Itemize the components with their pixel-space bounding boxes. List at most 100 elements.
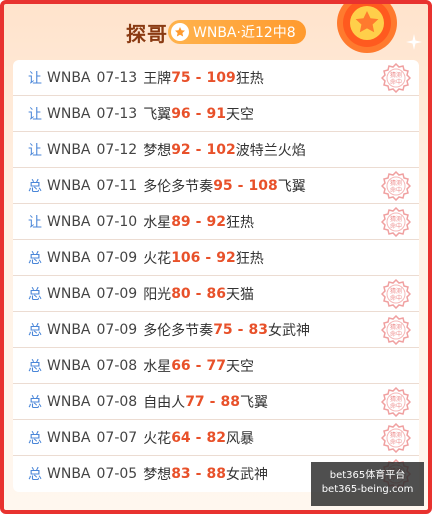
match-date: 07-13 — [96, 69, 138, 86]
score-separator: - — [237, 321, 244, 338]
prediction-row[interactable]: 总 WNBA 07-09 阳光 80-86 天猫 猜测 命中 — [13, 276, 419, 312]
prediction-row[interactable]: 让 WNBA 07-12 梦想 92-102 波特兰火焰 — [13, 132, 419, 168]
bet-type: 总 — [28, 286, 42, 303]
bet-type: 总 — [28, 250, 42, 267]
match-date: 07-12 — [96, 141, 138, 158]
home-team: 多伦多节奏 — [143, 178, 214, 195]
score-separator: - — [195, 69, 202, 86]
away-team: 飞翼 — [277, 178, 306, 195]
score-separator: - — [205, 249, 212, 266]
home-score: 95 — [213, 177, 233, 194]
league: WNBA — [47, 69, 91, 86]
league: WNBA — [47, 249, 91, 266]
tipster-name: 探哥 — [126, 22, 168, 46]
hit-stamp-icon: 猜测命中 — [381, 207, 411, 237]
record-badge[interactable]: WNBA·近12中8 — [168, 20, 306, 44]
match-date: 07-07 — [96, 429, 138, 446]
stamp-text-top: 猜测 — [390, 215, 402, 223]
home-score: 66 — [171, 357, 191, 374]
home-team: 火花 — [143, 250, 172, 267]
score-separator: - — [195, 466, 202, 482]
prediction-row[interactable]: 总 WNBA 07-09 多伦多节奏 75-83 女武神 猜测 命中 — [13, 312, 419, 348]
away-team: 天猫 — [225, 286, 254, 303]
away-score: 109 — [206, 69, 236, 86]
away-score: 86 — [206, 285, 226, 302]
home-score: 64 — [171, 429, 191, 446]
home-score: 96 — [171, 105, 191, 122]
bet-type: 让 — [28, 106, 42, 123]
away-score: 92 — [206, 213, 226, 230]
prediction-row[interactable]: 总 WNBA 07-08 自由人 77-88 飞翼 猜测 命中 — [13, 384, 419, 420]
score-separator: - — [195, 141, 202, 158]
prediction-row[interactable]: 总 WNBA 07-08 水星 66-77 天空 — [13, 348, 419, 384]
hit-stamp-icon: 猜测命中 — [381, 423, 411, 453]
away-team: 飞翼 — [239, 394, 268, 411]
hit-stamp-icon: 猜测命中 — [381, 63, 411, 93]
away-score: 83 — [248, 321, 268, 338]
away-score: 77 — [206, 357, 226, 374]
prediction-row[interactable]: 总 WNBA 07-09 火花 106-92 狂热 — [13, 240, 419, 276]
away-team: 狂热 — [225, 214, 254, 231]
league: WNBA — [47, 357, 91, 374]
bet-type: 总 — [28, 394, 42, 411]
stamp-text-top: 猜测 — [390, 395, 402, 403]
home-team: 梦想 — [143, 467, 172, 483]
bet-type: 总 — [28, 322, 42, 339]
home-score: 92 — [171, 141, 191, 158]
bet-type: 让 — [28, 70, 42, 87]
home-team: 梦想 — [143, 142, 172, 159]
prediction-row[interactable]: 让 WNBA 07-10 水星 89-92 狂热 猜测 命中 — [13, 204, 419, 240]
score-separator: - — [195, 429, 202, 446]
score-separator: - — [195, 357, 202, 374]
away-team: 狂热 — [235, 70, 264, 87]
home-team: 多伦多节奏 — [143, 322, 214, 339]
away-team: 天空 — [225, 106, 254, 123]
away-score: 92 — [216, 249, 236, 266]
medal-star-icon — [337, 4, 397, 53]
home-team: 火花 — [143, 430, 172, 447]
away-team: 风暴 — [225, 430, 254, 447]
league: WNBA — [47, 321, 91, 338]
home-score: 80 — [171, 285, 191, 302]
league: WNBA — [47, 213, 91, 230]
league: WNBA — [47, 466, 91, 482]
away-score: 88 — [206, 466, 226, 482]
prediction-row[interactable]: 总 WNBA 07-11 多伦多节奏 95-108 飞翼 猜测 命中 — [13, 168, 419, 204]
home-score: 106 — [171, 249, 201, 266]
stamp-text-top: 猜测 — [390, 431, 402, 439]
match-date: 07-08 — [96, 393, 138, 410]
watermark-line2: bet365-being.com — [321, 484, 414, 495]
prediction-row[interactable]: 让 WNBA 07-13 王牌 75-109 狂热 猜测 命中 — [13, 60, 419, 96]
away-score: 108 — [248, 177, 278, 194]
match-date: 07-10 — [96, 213, 138, 230]
away-score: 91 — [206, 105, 226, 122]
league: WNBA — [47, 177, 91, 194]
bet-type: 总 — [28, 467, 42, 483]
home-score: 75 — [171, 69, 191, 86]
bet-type: 让 — [28, 214, 42, 231]
watermark: bet365体育平台 bet365-being.com — [311, 462, 424, 506]
away-score: 88 — [220, 393, 240, 410]
home-team: 水星 — [143, 358, 172, 375]
stamp-text-top: 猜测 — [390, 71, 402, 79]
prediction-row[interactable]: 总 WNBA 07-07 火花 64-82 风暴 猜测 命中 — [13, 420, 419, 456]
home-score: 77 — [185, 393, 205, 410]
home-score: 75 — [213, 321, 233, 338]
stamp-text-top: 猜测 — [390, 323, 402, 331]
league: WNBA — [47, 105, 91, 122]
hit-stamp-icon: 猜测命中 — [381, 279, 411, 309]
score-separator: - — [195, 285, 202, 302]
away-team: 狂热 — [235, 250, 264, 267]
league: WNBA — [47, 285, 91, 302]
match-date: 07-11 — [96, 177, 138, 194]
match-date: 07-08 — [96, 357, 138, 374]
home-team: 王牌 — [143, 70, 172, 87]
away-team: 女武神 — [267, 322, 310, 339]
stamp-text-bottom: 命中 — [390, 402, 402, 410]
stamp-text-bottom: 命中 — [390, 294, 402, 302]
card-header: 探哥 WNBA·近12中8 — [4, 4, 428, 58]
league: WNBA — [47, 393, 91, 410]
prediction-row[interactable]: 让 WNBA 07-13 飞翼 96-91 天空 — [13, 96, 419, 132]
away-team: 女武神 — [225, 467, 268, 483]
home-team: 飞翼 — [143, 106, 172, 123]
